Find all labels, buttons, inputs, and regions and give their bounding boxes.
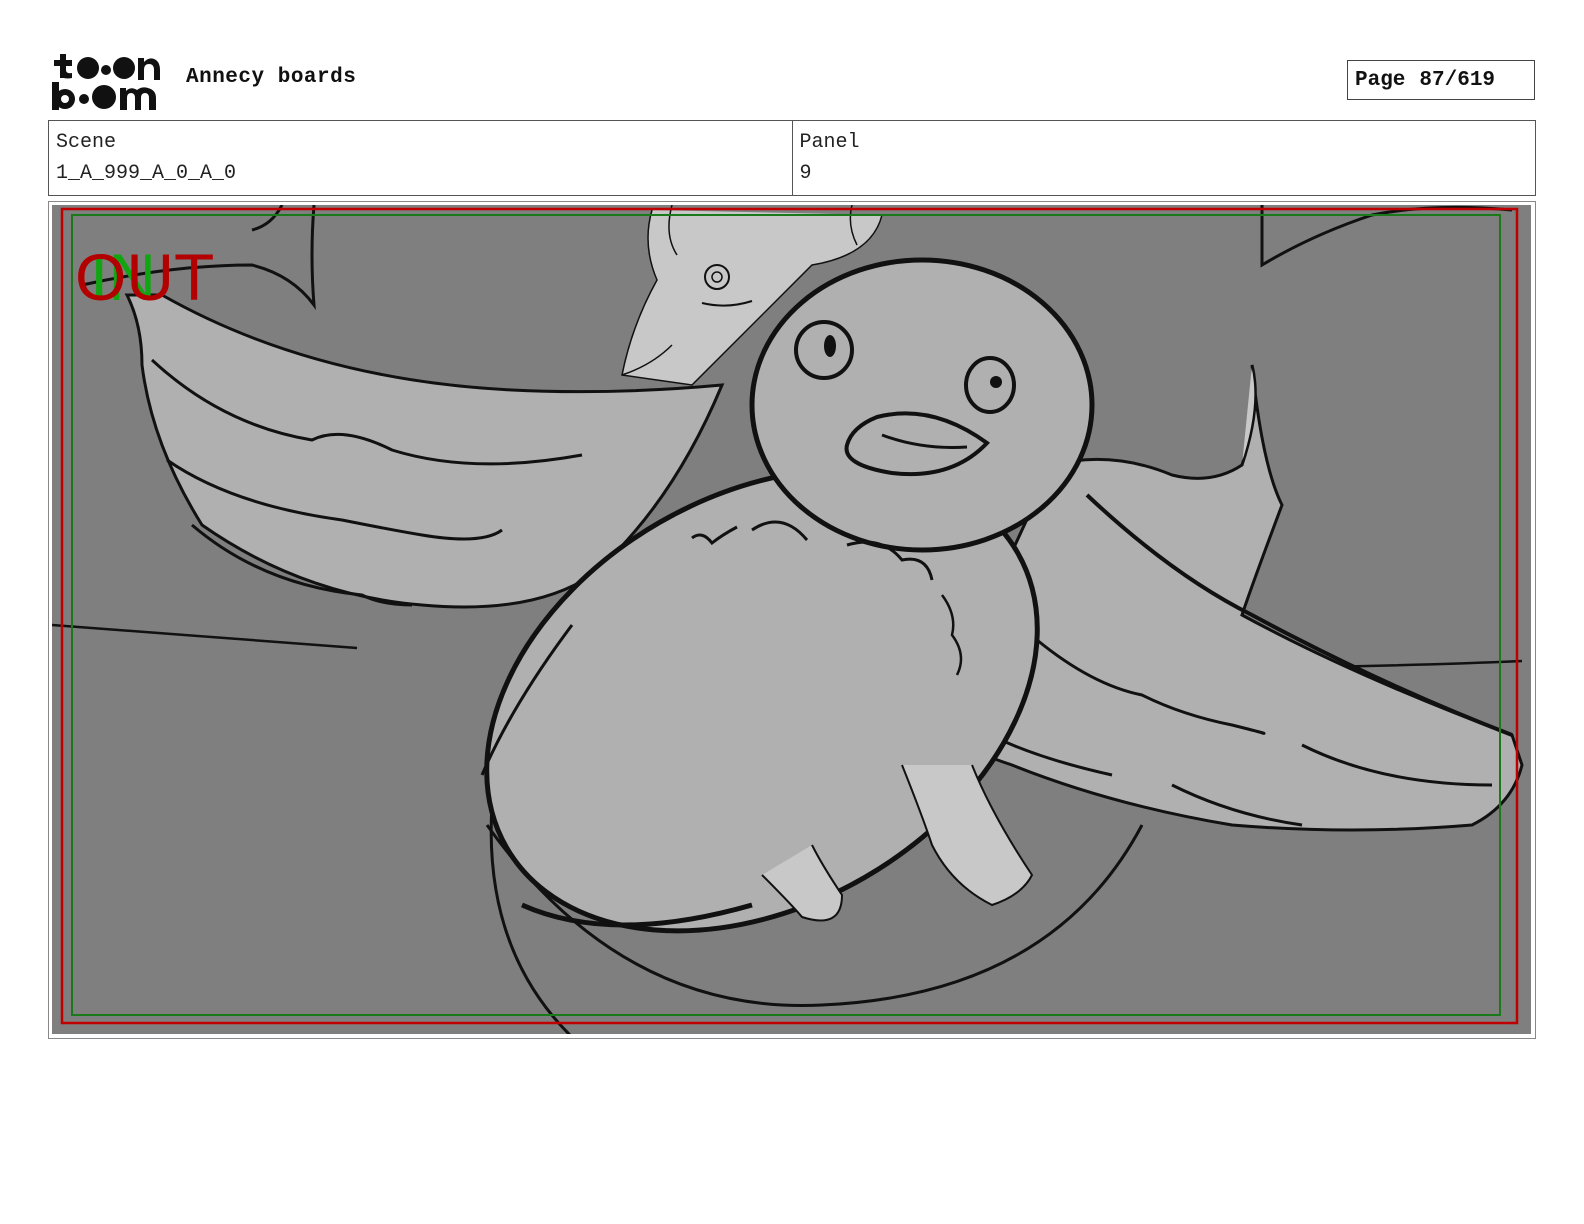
panel-cell: Panel 9 — [791, 121, 1536, 195]
scene-label: Scene — [56, 131, 117, 154]
scene-cell: Scene 1_A_999_A_0_A_0 — [49, 121, 792, 195]
toonboom-logo-mark — [52, 54, 160, 110]
panel-value: 9 — [799, 162, 812, 185]
scene-value: 1_A_999_A_0_A_0 — [56, 162, 237, 185]
bird-head — [749, 257, 1095, 553]
panel-drawing: IN OUT — [52, 205, 1531, 1034]
page-number: 87/619 — [1419, 68, 1496, 92]
bird-eye-right — [964, 356, 1016, 414]
scene-panel-info: Scene 1_A_999_A_0_A_0 Panel 9 — [48, 120, 1536, 196]
page-label: Page — [1355, 68, 1406, 92]
page-indicator: Page 87/619 — [1347, 60, 1535, 100]
panel-label: Panel — [799, 131, 860, 154]
storyboard-panel: IN OUT — [48, 201, 1536, 1039]
project-title: Annecy boards — [186, 66, 357, 89]
out-label: OUT — [75, 240, 214, 314]
toonboom-logo — [50, 50, 165, 112]
bird-eye-left — [794, 320, 854, 380]
